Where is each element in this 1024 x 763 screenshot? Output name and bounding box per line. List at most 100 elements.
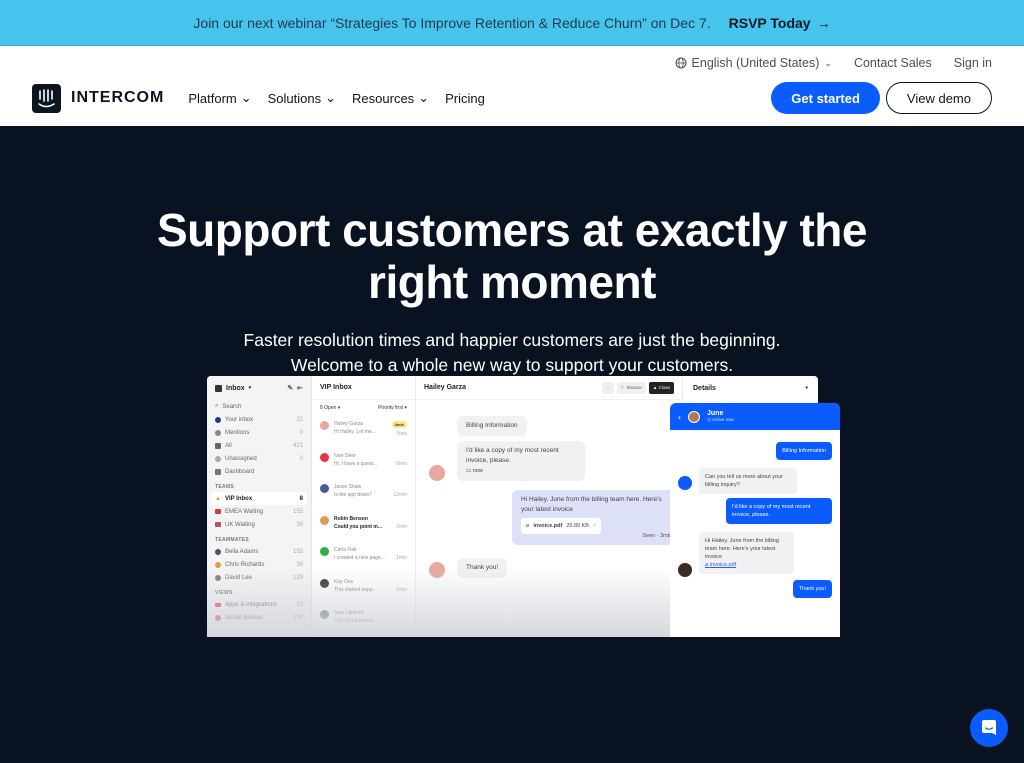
nav-platform[interactable]: Platform ⌄ [188, 90, 251, 106]
nav-solutions[interactable]: Solutions ⌄ [268, 90, 336, 106]
sidebar-item-count: 12 [296, 601, 303, 608]
messenger-launcher-button[interactable] [970, 709, 1008, 747]
messenger-user-message: I'd like a copy of my most recent invoic… [726, 498, 832, 524]
more-button[interactable]: ··· [601, 381, 615, 394]
conversation-list: VIP Inbox 8 Open ▾ Priority first ▾ Hail… [312, 376, 416, 637]
attachment[interactable]: ⌀ invoice.pdf 20.89 KB × [521, 518, 602, 534]
avatar [320, 484, 329, 493]
arrow-right-icon: → [816, 14, 831, 31]
sidebar-item-label: UK Waiting [225, 521, 255, 528]
inbox-sidebar: Inbox ▾ ✎ ⇤ ⌕ Search Your inbox 22 Mention… [207, 376, 312, 637]
sidebar-item-count: 421 [292, 442, 303, 449]
conversation-time: 12min [393, 492, 407, 498]
car-icon [215, 602, 221, 607]
nav-label: Resources [352, 90, 415, 106]
agent-avatar [678, 563, 692, 577]
nav-resources[interactable]: Resources ⌄ [352, 90, 429, 106]
conversation-item[interactable]: Ivan Deer Hi, I have a quest... 8min [312, 448, 415, 480]
hero-subtitle: Faster resolution times and happier cust… [0, 328, 1024, 378]
conversation-preview: Hi, I have a quest... [334, 460, 378, 467]
sidebar-item-all[interactable]: All 421 [207, 439, 311, 452]
agent-name: June [707, 410, 724, 417]
sidebar-item-your-inbox[interactable]: Your inbox 22 [207, 413, 311, 426]
chevron-down-icon: ⌄ [325, 90, 337, 105]
conversation-name: Kay Oes [334, 578, 354, 585]
sidebar-item-label: Dashboard [225, 468, 255, 475]
language-selector[interactable]: English (United States) ⌄ [675, 56, 832, 70]
sidebar-item-count: 8 [299, 495, 303, 502]
nav-label: Pricing [445, 90, 485, 106]
sidebar-item-apps-integrations[interactable]: Apps & integrations 12 [207, 598, 311, 611]
seen-icon: ▭ [466, 468, 473, 474]
remove-attachment-icon[interactable]: × [593, 521, 596, 531]
conversation-item[interactable]: Jason Shaw Is the app down? 12min [312, 479, 415, 511]
conversation-time: 8min [396, 460, 407, 467]
message-bubble: Thank you! [457, 558, 508, 578]
sidebar-search[interactable]: ⌕ Search [207, 400, 311, 413]
conversation-item[interactable]: Hailey Garza Hi Hailey. Let me... 4min Now [312, 416, 415, 448]
avatar [320, 610, 329, 619]
inbox-title: Inbox [226, 384, 245, 392]
conversation-preview: I created a new page... [334, 555, 385, 561]
list-filters: 8 Open ▾ Priority first ▾ [312, 400, 415, 416]
messenger-bot-message: Can you tell us more about your billing … [699, 468, 797, 494]
agent-status-label: Active now [711, 417, 734, 422]
conversation-item[interactable]: Sam Lipshutz You: Good mornin... [312, 605, 415, 637]
sidebar-item-mentions[interactable]: Mentions 0 [207, 426, 311, 439]
sort-filter[interactable]: Priority first ▾ [378, 405, 407, 411]
open-filter-label: 8 Open [320, 405, 337, 411]
close-conversation-button[interactable]: ▲ Close [648, 381, 674, 394]
sidebar-item-label: Social queries [225, 614, 263, 621]
header-view-demo-button[interactable]: View demo [885, 82, 992, 114]
sidebar-item-social-queries[interactable]: Social queries 539 [207, 611, 311, 624]
close-details-icon[interactable]: • [806, 385, 808, 392]
announcement-bar: Join our next webinar “Strategies To Imp… [0, 0, 1024, 46]
sidebar-item-label: Apps & integrations [225, 601, 278, 608]
back-icon[interactable]: ‹ [678, 412, 681, 422]
sidebar-item-emea-waiting[interactable]: EMEA Waiting 155 [207, 505, 311, 518]
nav-label: Solutions [267, 90, 322, 106]
hero-title: Support customers at exactly the right m… [0, 204, 1024, 308]
sidebar-item-david-lee[interactable]: David Lee 129 [207, 571, 311, 584]
sidebar-item-count: 129 [292, 574, 303, 581]
conversation-name: Sam Lipshutz [334, 610, 365, 616]
invoice-link[interactable]: ⌀ invoice.pdf [705, 561, 788, 569]
teams-heading: TEAMS [215, 484, 234, 490]
conversation-preview: Is the app down? [334, 492, 373, 498]
sidebar-item-dashboard[interactable]: Dashboard [207, 465, 311, 478]
conversation-preview: Hi Hailey. Let me... [334, 429, 376, 435]
sidebar-item-count: 39 [296, 561, 303, 568]
message-time: now [472, 468, 483, 474]
sidebar-item-uk-waiting[interactable]: UK Waiting 39 [207, 518, 311, 531]
sidebar-item-chris-richards[interactable]: Chris Richards 39 [207, 558, 311, 571]
sidebar-item-label: David Lee [225, 574, 253, 581]
messenger-bot-message: Hi Hailey. June from the billing team he… [699, 532, 794, 574]
intercom-logo[interactable]: INTERCOM [32, 83, 164, 113]
message-bubble: Hi Hailey. June from the billing team he… [512, 490, 678, 545]
message-bubble: I'd like a copy of my most recent invoic… [457, 441, 585, 481]
conversation-list-title: VIP Inbox [312, 376, 415, 400]
message-status: Seen · 3min [642, 533, 672, 539]
conversation-item[interactable]: Robin Benson Could you point m... 2min [312, 511, 415, 543]
open-filter[interactable]: 8 Open ▾ [320, 405, 340, 411]
contact-sales-link[interactable]: Contact Sales [854, 56, 932, 70]
sidebar-item-bella-adams[interactable]: Bella Adams 155 [207, 545, 311, 558]
sign-in-link[interactable]: Sign in [954, 56, 992, 70]
avatar [320, 515, 329, 525]
sidebar-item-vip-inbox[interactable]: ▲ VIP Inbox 8 [211, 492, 307, 505]
snooze-button[interactable]: ☾ Snooze [617, 381, 646, 394]
sidebar-item-unassigned[interactable]: Unassigned 0 [207, 452, 311, 465]
messenger-user-message: Thank you! [792, 580, 832, 598]
spain-flag-icon [215, 509, 221, 514]
snooze-label: Snooze [626, 385, 642, 390]
header-get-started-button[interactable]: Get started [771, 82, 880, 114]
rsvp-label: RSVP Today [728, 14, 811, 31]
utility-nav: English (United States) ⌄ Contact Sales … [675, 56, 992, 70]
paperclip-icon: ⌀ [526, 523, 530, 529]
rsvp-link[interactable]: RSVP Today → [729, 15, 831, 31]
hero-title-line1: Support customers at exactly the [157, 204, 867, 256]
nav-pricing[interactable]: Pricing [445, 91, 485, 106]
agent-info: June ◷ Active now [707, 410, 734, 423]
conversation-item[interactable]: Carla Fisk I created a new page... 1min [312, 542, 415, 574]
conversation-item[interactable]: Kay Oes This started happ... 1min [312, 574, 415, 606]
